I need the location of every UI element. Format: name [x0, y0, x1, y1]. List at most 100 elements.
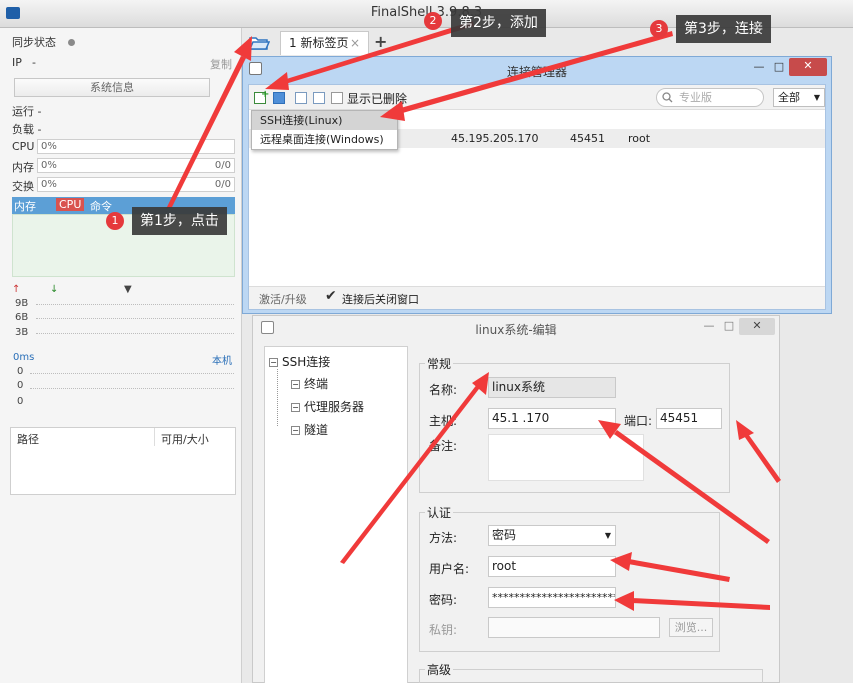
system-info-button[interactable]: 系统信息 — [14, 78, 210, 97]
running-label: 运行 - — [12, 105, 42, 118]
expand-all-icon[interactable] — [313, 92, 325, 104]
upload-arrow-icon: ↑ — [12, 284, 21, 295]
notes-field[interactable] — [488, 434, 644, 481]
left-status-panel: 同步状态 IP - 复制 系统信息 运行 - 负载 - CPU 0% 内存 0%… — [0, 28, 242, 683]
sync-status-label: 同步状态 — [12, 36, 56, 49]
activate-upgrade-link[interactable]: 激活/升级 — [259, 291, 307, 307]
tab-monitor-command[interactable]: 命令 — [90, 198, 112, 214]
filter-select-value: 全部 — [778, 91, 800, 104]
add-tab-button[interactable]: + — [374, 32, 388, 52]
connection-manager-toolbar: + 显示已删除 专业版 全部 ▼ — [249, 85, 825, 110]
ping-value: 0 — [17, 380, 24, 391]
notes-label: 备注: — [429, 439, 458, 453]
ip-value: - — [32, 56, 36, 69]
sync-status-dot-icon — [68, 39, 75, 46]
step1-callout: 第1步，点击 — [132, 207, 227, 235]
method-label: 方法: — [429, 531, 458, 545]
net-gridline — [36, 333, 234, 334]
close-icon[interactable]: ✕ — [739, 318, 775, 335]
step1-badge: 1 — [106, 212, 124, 230]
filter-select[interactable]: 全部 ▼ — [773, 88, 825, 107]
tree-item-terminal[interactable]: − 终端 — [291, 375, 328, 392]
host-field[interactable]: 45.1 .170 — [488, 408, 616, 429]
file-size-header[interactable]: 可用/大小 — [161, 431, 209, 447]
settings-tree: − SSH连接 − 终端 − 代理服务器 − 隧道 — [264, 346, 408, 683]
step2-callout: 第2步，添加 — [451, 9, 546, 37]
memory-label: 内存 — [12, 161, 34, 174]
ip-label: IP — [12, 56, 22, 69]
collapse-all-icon[interactable] — [295, 92, 307, 104]
close-icon[interactable]: ✕ — [789, 58, 827, 76]
load-label: 负载 - — [12, 123, 42, 136]
browse-button[interactable]: 浏览... — [669, 618, 713, 637]
memory-meter-value: 0% — [41, 160, 57, 171]
port-label: 端口: — [624, 414, 653, 428]
connection-manager-titlebar: 连接管理器 — □ ✕ — [243, 57, 831, 83]
show-deleted-checkbox[interactable] — [331, 92, 343, 104]
tree-item-ssh[interactable]: − SSH连接 — [269, 353, 330, 370]
file-path-header[interactable]: 路径 — [17, 431, 39, 447]
open-connection-manager-folder-icon[interactable] — [248, 33, 270, 53]
port-field[interactable]: 45451 — [656, 408, 722, 429]
new-plus-icon: + — [261, 89, 270, 100]
close-after-connect-check-icon[interactable]: ✔ — [325, 288, 337, 304]
cpu-meter-value: 0% — [41, 141, 57, 152]
connection-edit-dialog: linux系统-编辑 — □ ✕ − SSH连接 − 终端 − 代理服务器 − 隧道 常… — [252, 315, 780, 683]
username-label: 用户名: — [429, 562, 470, 576]
tree-item-label: SSH连接 — [282, 355, 331, 369]
file-list-box[interactable]: 路径 可用/大小 — [10, 427, 236, 495]
menu-item-ssh-linux[interactable]: SSH连接(Linux) — [252, 111, 397, 130]
collapse-icon[interactable]: − — [291, 380, 300, 389]
connection-port: 45451 — [570, 132, 605, 145]
ping-value: 0 — [17, 366, 24, 377]
swap-meter: 0% 0/0 — [37, 177, 235, 192]
collapse-icon[interactable]: − — [291, 426, 300, 435]
swap-meter-value: 0% — [41, 179, 57, 190]
tab-close-icon[interactable]: × — [350, 32, 360, 54]
private-key-field[interactable] — [488, 617, 660, 638]
tab-monitor-memory[interactable]: 内存 — [14, 198, 36, 214]
connection-manager-title: 连接管理器 — [506, 65, 567, 79]
new-folder-icon[interactable] — [273, 92, 285, 104]
username-field[interactable]: root — [488, 556, 616, 577]
connection-manager-window: 连接管理器 — □ ✕ + 显示已删除 专业版 全部 ▼ 45.195.205.… — [242, 56, 832, 314]
ping-target-label[interactable]: 本机 — [212, 352, 232, 367]
memory-meter-total: 0/0 — [214, 160, 231, 171]
edit-dialog-titlebar: linux系统-编辑 — □ ✕ — [253, 316, 779, 340]
tree-item-label: 隧道 — [304, 423, 329, 437]
cpu-label: CPU — [12, 140, 35, 153]
step2-badge: 2 — [424, 12, 442, 30]
close-after-connect-label: 连接后关闭窗口 — [342, 293, 419, 306]
name-field[interactable]: linux系统 — [488, 377, 616, 398]
net-scale-label: 3B — [15, 327, 29, 338]
tree-item-label: 终端 — [304, 377, 329, 391]
net-gridline — [36, 304, 234, 305]
net-dropdown-icon[interactable]: ▼ — [124, 284, 132, 295]
method-select[interactable]: 密码 ▼ — [488, 525, 616, 546]
swap-label: 交换 — [12, 180, 34, 193]
download-arrow-icon: ↓ — [50, 284, 59, 295]
connection-host: 45.195.205.170 — [451, 132, 539, 145]
tree-item-proxy[interactable]: − 代理服务器 — [291, 398, 364, 415]
auth-group-label: 认证 — [425, 504, 454, 521]
copy-ip-link[interactable]: 复制 — [210, 56, 232, 72]
tab-new[interactable]: 1 新标签页 × — [280, 31, 369, 55]
menu-item-rdp-windows[interactable]: 远程桌面连接(Windows) — [252, 130, 397, 149]
tab-monitor-cpu[interactable]: CPU — [56, 198, 85, 211]
password-label: 密码: — [429, 593, 458, 607]
add-connection-menu: SSH连接(Linux) 远程桌面连接(Windows) — [251, 110, 398, 150]
column-divider — [154, 428, 155, 446]
collapse-icon[interactable]: − — [269, 358, 278, 367]
connection-user: root — [628, 132, 651, 145]
advanced-group — [419, 669, 763, 683]
memory-meter: 0% 0/0 — [37, 158, 235, 173]
ping-gridline — [30, 373, 234, 374]
method-select-value: 密码 — [492, 528, 517, 542]
ping-latency-label: 0ms — [13, 352, 35, 363]
step3-badge: 3 — [650, 20, 668, 38]
collapse-icon[interactable]: − — [291, 403, 300, 412]
tree-item-tunnel[interactable]: − 隧道 — [291, 421, 328, 438]
private-key-label: 私钥: — [429, 623, 458, 637]
chevron-down-icon: ▼ — [813, 93, 820, 102]
password-field[interactable]: ************************ — [488, 587, 616, 608]
